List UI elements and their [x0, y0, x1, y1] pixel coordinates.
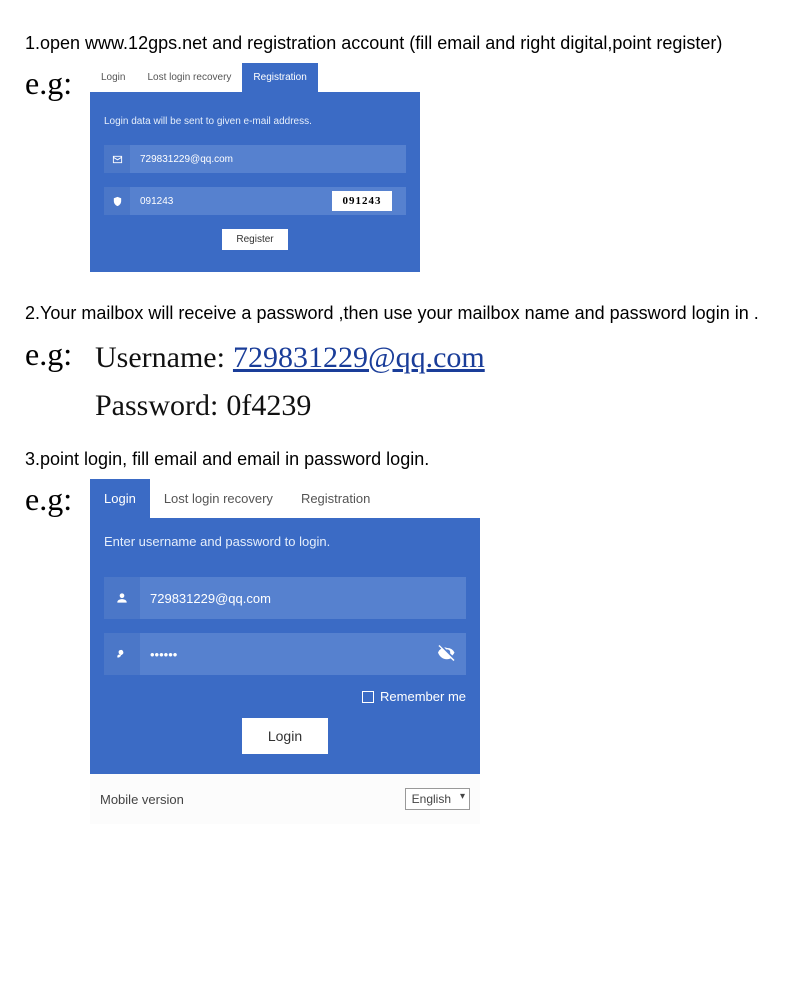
- username-label: Username:: [95, 334, 225, 382]
- tab-registration[interactable]: Registration: [242, 63, 317, 92]
- eg-label-2: e.g:: [25, 334, 85, 370]
- registration-tabs: Login Lost login recovery Registration: [90, 63, 420, 92]
- captcha-input-value: 091243 091243: [130, 187, 406, 215]
- registration-panel: Login Lost login recovery Registration L…: [90, 63, 420, 272]
- username-line: Username: 729831229@qq.com: [95, 334, 485, 382]
- tab-recovery[interactable]: Lost login recovery: [136, 63, 242, 92]
- username-field-value: 729831229@qq.com: [140, 577, 466, 619]
- mobile-version-link[interactable]: Mobile version: [100, 792, 184, 807]
- password-value: 0f4239: [226, 382, 311, 430]
- captcha-image: 091243: [332, 191, 392, 211]
- login-panel: Login Lost login recovery Registration E…: [90, 479, 480, 824]
- remember-label: Remember me: [380, 689, 466, 704]
- example-1: e.g: Login Lost login recovery Registrat…: [25, 63, 775, 272]
- user-icon: [104, 577, 140, 619]
- registration-instruction: Login data will be sent to given e-mail …: [104, 116, 406, 127]
- eg-label-3: e.g:: [25, 479, 85, 515]
- key-icon: [104, 633, 140, 675]
- eg-label-1: e.g:: [25, 63, 85, 99]
- email-field[interactable]: 729831229@qq.com: [104, 145, 406, 173]
- login-footer: Mobile version English: [90, 774, 480, 824]
- example-2: e.g: Username: 729831229@qq.com Password…: [25, 334, 775, 430]
- step-3-text: 3.point login, fill email and email in p…: [25, 448, 775, 471]
- credentials-block: Username: 729831229@qq.com Password: 0f4…: [90, 334, 485, 430]
- tab-registration-2[interactable]: Registration: [287, 479, 384, 518]
- username-field[interactable]: 729831229@qq.com: [104, 577, 466, 619]
- remember-checkbox[interactable]: [362, 691, 374, 703]
- tab-login[interactable]: Login: [90, 63, 136, 92]
- login-instruction: Enter username and password to login.: [104, 534, 466, 549]
- registration-body: Login data will be sent to given e-mail …: [90, 92, 420, 272]
- step-1-text: 1.open www.12gps.net and registration ac…: [25, 32, 775, 55]
- password-field[interactable]: ••••••: [104, 633, 466, 675]
- email-value: 729831229@qq.com: [130, 145, 406, 173]
- example-3: e.g: Login Lost login recovery Registrat…: [25, 479, 775, 824]
- password-visibility-icon[interactable]: [438, 644, 456, 665]
- login-button[interactable]: Login: [242, 718, 328, 754]
- password-field-value: ••••••: [140, 633, 466, 675]
- step-2-text: 2.Your mailbox will receive a password ,…: [25, 302, 775, 325]
- tab-recovery-2[interactable]: Lost login recovery: [150, 479, 287, 518]
- mail-icon: [104, 145, 130, 173]
- register-button[interactable]: Register: [222, 229, 287, 250]
- login-body: Enter username and password to login. 72…: [90, 518, 480, 774]
- shield-icon: [104, 187, 130, 215]
- remember-me-row[interactable]: Remember me: [104, 689, 466, 704]
- username-value[interactable]: 729831229@qq.com: [233, 334, 485, 382]
- language-select[interactable]: English: [405, 788, 470, 810]
- captcha-field[interactable]: 091243 091243: [104, 187, 406, 215]
- tab-login-2[interactable]: Login: [90, 479, 150, 518]
- password-line: Password: 0f4239: [95, 382, 485, 430]
- password-label: Password:: [95, 382, 218, 430]
- login-tabs: Login Lost login recovery Registration: [90, 479, 480, 518]
